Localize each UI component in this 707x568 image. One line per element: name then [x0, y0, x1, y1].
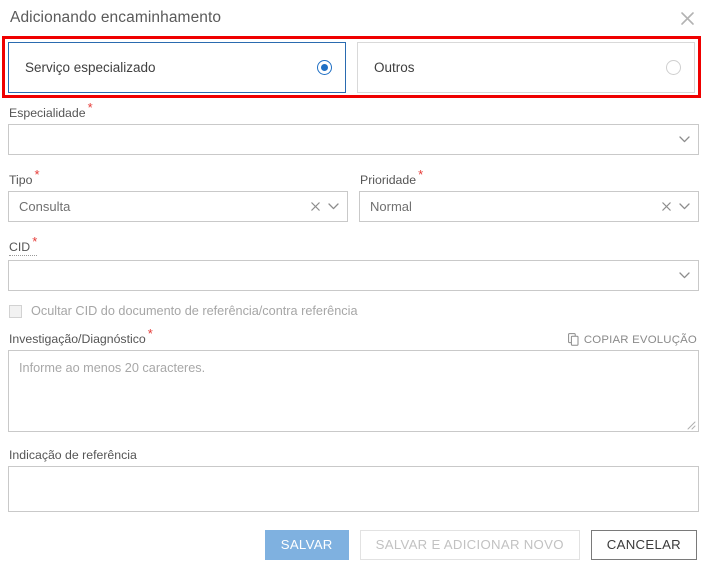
investigacao-label-row: Investigação/Diagnóstico * COPIAR EVOLUÇÃ… [8, 327, 699, 346]
field-cid: CID * [8, 235, 699, 291]
required-asterisk: * [418, 166, 424, 182]
field-indicacao: Indicação de referência [8, 446, 699, 512]
especialidade-label: Especialidade * [9, 101, 93, 120]
cid-label: CID * [9, 235, 38, 256]
investigacao-textarea[interactable]: Informe ao menos 20 caracteres. [8, 350, 699, 432]
resize-handle[interactable] [684, 417, 696, 430]
prioridade-select[interactable]: Normal [359, 191, 699, 222]
cid-select[interactable] [8, 260, 699, 291]
field-investigacao: Investigação/Diagnóstico * COPIAR EVOLUÇÃ… [8, 327, 699, 432]
prioridade-value: Normal [370, 199, 412, 214]
required-asterisk: * [34, 166, 40, 182]
clear-x-icon[interactable] [311, 202, 320, 211]
prioridade-label: Prioridade * [360, 168, 423, 187]
chevron-down-icon[interactable] [679, 203, 690, 210]
required-asterisk: * [32, 233, 38, 249]
especialidade-select-icons [679, 136, 690, 143]
chevron-down-icon[interactable] [679, 136, 690, 143]
copiar-evolucao-button[interactable]: COPIAR EVOLUÇÃO [567, 333, 699, 346]
tipo-label-text: Tipo [9, 173, 33, 187]
cancel-button[interactable]: CANCELAR [590, 529, 697, 560]
referral-type-option-label: Serviço especializado [25, 60, 156, 75]
chevron-down-icon[interactable] [328, 203, 339, 210]
field-prioridade: Prioridade * Normal [359, 168, 699, 222]
copiar-evolucao-label: COPIAR EVOLUÇÃO [583, 333, 697, 346]
radio-dot [321, 64, 328, 71]
referral-type-option-outros[interactable]: Outros [357, 42, 695, 93]
clear-x-icon[interactable] [662, 202, 671, 211]
indicacao-label: Indicação de referência [9, 448, 137, 462]
referral-type-card-row: Serviço especializado Outros [8, 42, 695, 93]
save-and-add-new-button[interactable]: SALVAR E ADICIONAR NOVO [359, 529, 580, 560]
dialog-header: Adicionando encaminhamento [0, 0, 707, 36]
field-especialidade: Especialidade * [8, 101, 699, 155]
prioridade-label-text: Prioridade [360, 173, 417, 187]
ocultar-cid-checkbox[interactable] [9, 304, 22, 318]
especialidade-select[interactable] [8, 124, 699, 155]
save-button[interactable]: SALVAR [264, 529, 349, 560]
form-body: Especialidade * Tipo * Consulta Priorida… [0, 101, 707, 520]
indicacao-textarea[interactable] [8, 466, 699, 512]
row-tipo-prioridade: Tipo * Consulta Prioridade * Normal [8, 168, 699, 222]
ocultar-cid-label: Ocultar CID do documento de referência/c… [31, 304, 358, 318]
dialog-footer: SALVAR SALVAR E ADICIONAR NOVO CANCELAR [0, 520, 707, 568]
chevron-down-icon[interactable] [679, 272, 690, 279]
required-asterisk: * [87, 99, 93, 115]
investigacao-label: Investigação/Diagnóstico * [9, 327, 153, 346]
radio-selected-icon[interactable] [317, 60, 332, 75]
prioridade-select-icons [662, 202, 690, 211]
required-asterisk: * [147, 325, 153, 341]
tipo-label: Tipo * [9, 168, 40, 187]
especialidade-label-text: Especialidade [9, 106, 86, 120]
field-tipo: Tipo * Consulta [8, 168, 348, 222]
tipo-value: Consulta [19, 199, 71, 214]
page-title: Adicionando encaminhamento [10, 9, 222, 26]
investigacao-label-text: Investigação/Diagnóstico [9, 332, 146, 346]
ocultar-cid-row[interactable]: Ocultar CID do documento de referência/c… [9, 304, 699, 318]
copy-icon [567, 333, 579, 346]
radio-unselected-icon[interactable] [666, 60, 681, 75]
tipo-select-icons [311, 202, 339, 211]
close-icon[interactable] [675, 6, 699, 30]
referral-type-option-label: Outros [374, 60, 415, 75]
cid-select-icons [679, 272, 690, 279]
cid-label-text: CID [9, 240, 31, 254]
investigacao-placeholder: Informe ao menos 20 caracteres. [19, 361, 206, 375]
tipo-select[interactable]: Consulta [8, 191, 348, 222]
referral-type-option-servico-especializado[interactable]: Serviço especializado [8, 42, 346, 93]
